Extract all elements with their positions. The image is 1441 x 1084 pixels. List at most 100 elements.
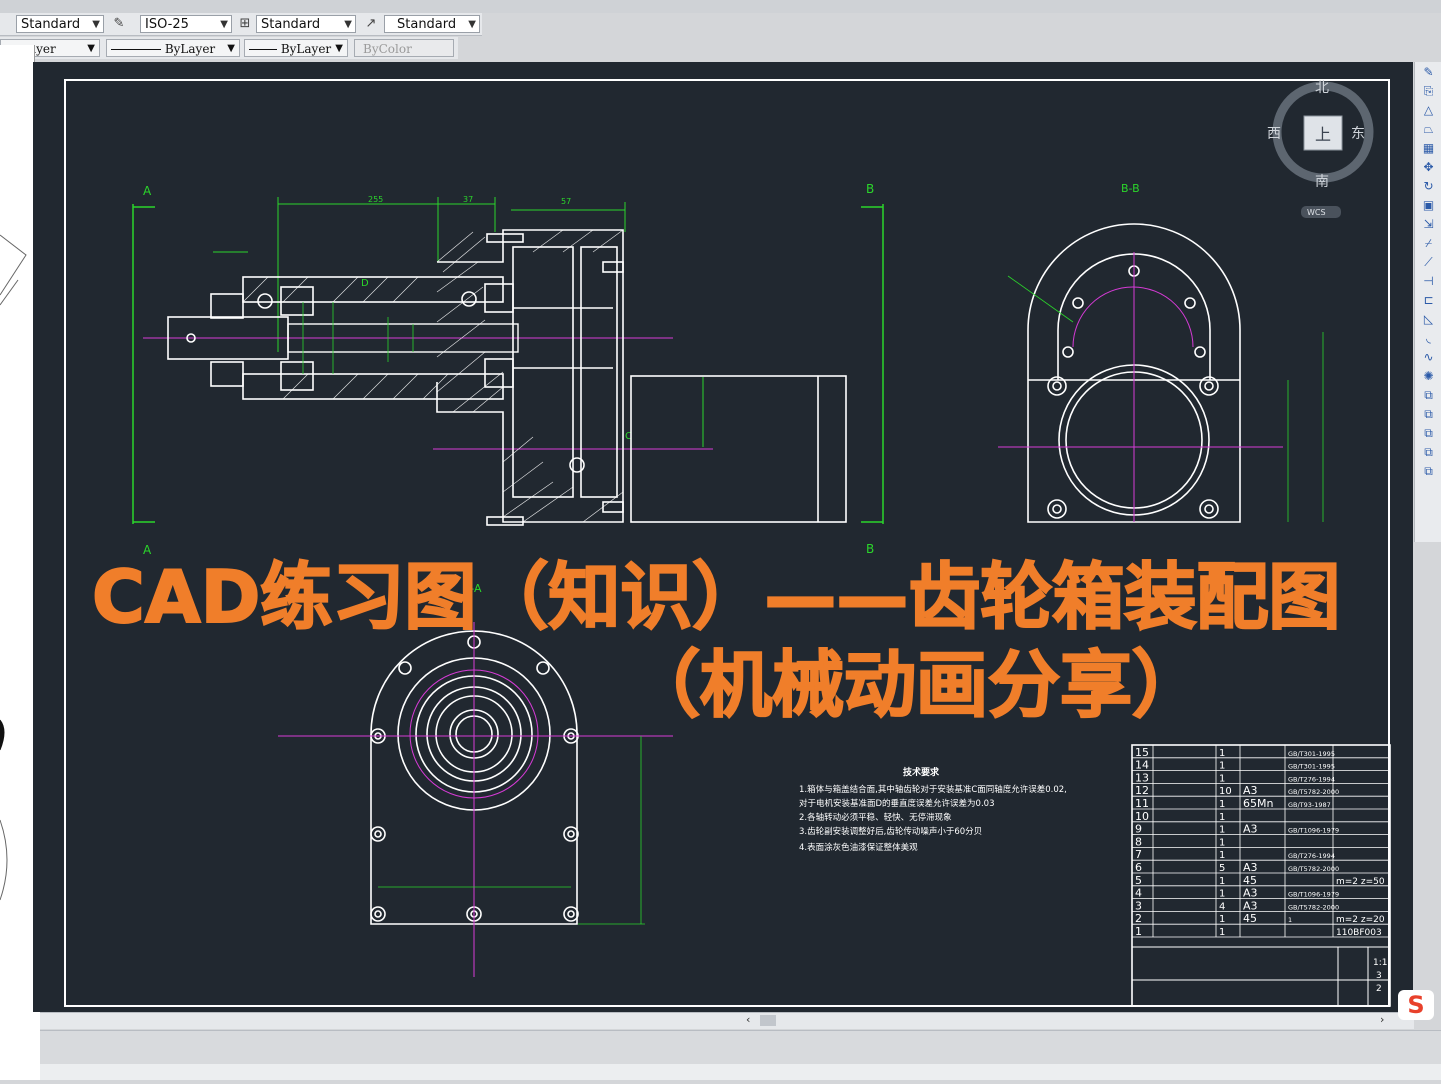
chevron-down-icon: ▼ [468, 19, 476, 30]
sogou-s-icon[interactable]: S [1398, 990, 1434, 1020]
send-under-icon[interactable]: ⧉ [1419, 462, 1439, 480]
mleader-style-combo[interactable]: Standard ▼ [384, 15, 480, 33]
bom-cell: 1 [1219, 850, 1225, 861]
join-icon[interactable]: ⊏ [1419, 291, 1439, 309]
bom-cell: GB/T276-1994 [1288, 775, 1335, 783]
bom-row: 81 [1132, 835, 1390, 848]
mirror-icon[interactable]: △ [1419, 101, 1439, 119]
break-icon[interactable]: ⊣ [1419, 272, 1439, 290]
fillet-icon[interactable]: ◟ [1419, 329, 1439, 347]
chevron-down-icon: ▼ [87, 43, 95, 54]
line-sample-icon [249, 49, 277, 50]
drawing-frame [64, 79, 1390, 1007]
rotate-icon[interactable]: ↻ [1419, 177, 1439, 195]
bom-cell: 12 [1135, 784, 1149, 797]
bom-cell: 9 [1135, 823, 1142, 836]
offset-icon[interactable]: ⏢ [1419, 120, 1439, 138]
bom-cell: A3 [1243, 784, 1258, 797]
command-area[interactable] [40, 1030, 1441, 1065]
bom-row: 12 10 A3 GB/T5782-2000 [1132, 784, 1390, 797]
scroll-right-icon[interactable]: › [1380, 1013, 1384, 1026]
bom-cell: GB/T1096-1979 [1288, 827, 1339, 835]
linetype-combo[interactable]: ByLayer ▼ [106, 39, 240, 57]
tech-note-1b: 对于电机安装基准面D的垂直度误差允许误差为0.03 [799, 798, 994, 809]
tech-title: 技术要求 [903, 766, 940, 778]
extend-icon[interactable]: ⟋ [1419, 253, 1439, 271]
view-cube-north[interactable]: 北 [1315, 80, 1329, 96]
bring-above-icon[interactable]: ⧉ [1419, 443, 1439, 461]
chamfer-icon[interactable]: ◺ [1419, 310, 1439, 328]
bom-cell: GB/T5782-2000 [1288, 903, 1339, 911]
wcs-menu[interactable]: WCS [1307, 208, 1326, 217]
main-section-view: 255 37 57 D C [143, 195, 847, 526]
overlay-title-line1: CAD练习图（知识）——齿轮箱装配图 [91, 554, 1341, 640]
bom-row: 9 1 A3 GB/T1096-1979 [1132, 823, 1390, 836]
bom-row: 1 1 110BF003 [1132, 925, 1390, 938]
overlay-title-line2: （机械动画分享） [627, 642, 1205, 728]
table-style-combo[interactable]: Standard ▼ [256, 15, 356, 33]
view-cube-west[interactable]: 西 [1267, 126, 1281, 142]
explode-icon[interactable]: ✺ [1419, 367, 1439, 385]
bom-row: 15 1 GB/T301-1995 [1132, 746, 1390, 759]
tech-note-3: 3.齿轮副安装调整好后,齿轮传动噪声小于60分贝 [799, 826, 982, 837]
left-tool-panel [0, 45, 35, 520]
view-cube-east[interactable]: 东 [1351, 126, 1365, 142]
bom-cell: 10 [1219, 786, 1232, 797]
properties-toolbar: ayer ▼ ByLayer ▼ ByLayer ▼ ByColor [0, 37, 458, 59]
lineweight-combo[interactable]: ByLayer ▼ [244, 39, 348, 57]
svg-text:255: 255 [368, 195, 383, 204]
bom-cell: 1 [1219, 773, 1225, 784]
bom-cell: 11 [1135, 797, 1149, 810]
bom-cell: 5 [1135, 874, 1142, 887]
bring-front-icon[interactable]: ⧉ [1419, 405, 1439, 423]
bom-row: 10 1 [1132, 810, 1390, 823]
erase-icon[interactable]: ✎ [1419, 63, 1439, 81]
text-style-combo[interactable]: Standard ▼ [16, 15, 104, 33]
trim-icon[interactable]: ⌿ [1419, 234, 1439, 252]
bom-cell: GB/T1096-1979 [1288, 891, 1339, 899]
tech-note-4: 4.表面涂灰色油漆保证整体美观 [799, 842, 918, 853]
bom-cell: A3 [1243, 823, 1258, 836]
color-combo[interactable]: ByColor [354, 39, 454, 57]
bom-cell: 1 [1219, 825, 1225, 836]
svg-text:37: 37 [463, 195, 473, 204]
bom-row: 13 1 GB/T276-1994 [1132, 771, 1390, 784]
draworder-icon[interactable]: ⧉ [1419, 386, 1439, 404]
send-back-icon[interactable]: ⧉ [1419, 424, 1439, 442]
array-icon[interactable]: ▦ [1419, 139, 1439, 157]
bom-sheet-qty-1: 3 [1376, 971, 1382, 981]
bom-cell: 1 [1219, 761, 1225, 772]
bom-cell: 13 [1135, 771, 1149, 784]
bom-cell: 1 [1219, 889, 1225, 900]
table-style-icon[interactable]: ⊞ [236, 15, 254, 33]
view-cube[interactable]: 上 北 南 东 西 WCS [1267, 80, 1374, 218]
blend-icon[interactable]: ∿ [1419, 348, 1439, 366]
view-cube-south[interactable]: 南 [1315, 174, 1329, 190]
chevron-down-icon: ▼ [335, 43, 343, 54]
horizontal-scrollbar[interactable]: ‹ › [40, 1012, 1414, 1029]
view-bb-label: B-B [1121, 182, 1140, 195]
dimension-style-icon[interactable]: ✎ [110, 15, 128, 33]
bom-cell: 1 [1219, 812, 1225, 823]
tech-note-1: 1.箱体与箱盖结合面,其中轴齿轮对于安装基准C面同轴度允许误差0.02, [799, 784, 1067, 795]
bom-row: 7 1 GB/T276-1994 [1132, 848, 1390, 861]
tech-note-2: 2.各轴转动必须平稳、轻快、无停滞现象 [799, 812, 952, 823]
bom-cell: 6 [1135, 861, 1142, 874]
bom-row: 5 1 45 m=2 z=50 [1132, 874, 1390, 887]
bom-cell: GB/T5782-2000 [1288, 865, 1339, 873]
scroll-left-icon[interactable]: ‹ [746, 1013, 750, 1026]
chevron-down-icon: ▼ [92, 19, 100, 30]
copy-icon[interactable]: ⎘ [1419, 82, 1439, 100]
multileader-style-icon[interactable]: ↗ [362, 15, 380, 33]
bom-row: 3 4 A3 GB/T5782-2000 [1132, 899, 1390, 912]
bom-table: 15 1 GB/T301-199514 1 GB/T301-199513 1 GB/T276… [1131, 744, 1391, 1007]
bom-cell: 1 [1219, 837, 1225, 848]
stretch-icon[interactable]: ⇲ [1419, 215, 1439, 233]
scroll-thumb[interactable] [760, 1015, 776, 1026]
panel-drawing-fragment [0, 234, 27, 306]
scale-icon[interactable]: ▣ [1419, 196, 1439, 214]
drawing-canvas[interactable]: A A B B 255 37 57 D C B-B A-A 技术要求 1.箱体与… [33, 62, 1413, 1012]
bom-cell: 5 [1219, 863, 1225, 874]
move-icon[interactable]: ✥ [1419, 158, 1439, 176]
dim-style-combo[interactable]: ISO-25 ▼ [140, 15, 232, 33]
